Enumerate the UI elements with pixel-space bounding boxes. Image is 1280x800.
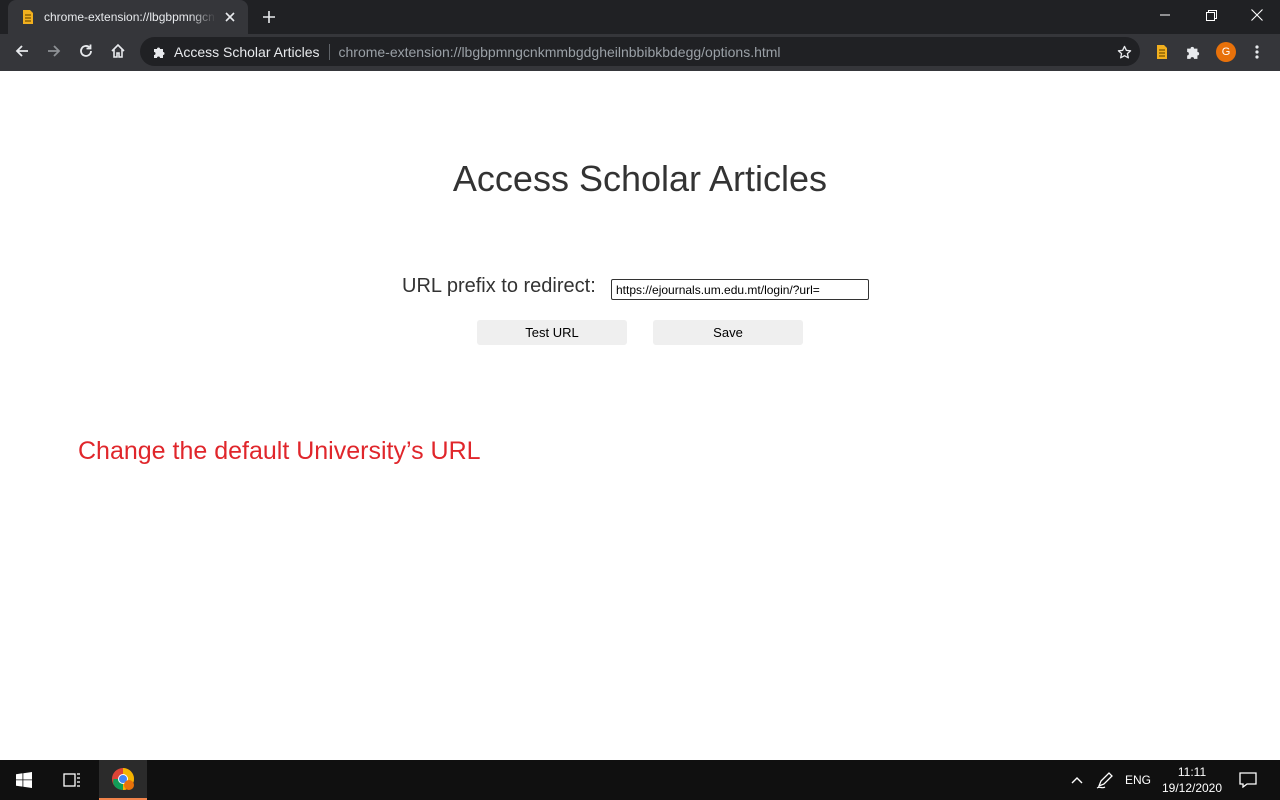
forward-button[interactable] bbox=[40, 37, 68, 65]
document-icon bbox=[20, 9, 36, 25]
pen-icon[interactable] bbox=[1094, 760, 1116, 800]
chevron-up-icon[interactable] bbox=[1066, 760, 1088, 800]
url-prefix-input[interactable] bbox=[611, 279, 869, 300]
browser-titlebar: chrome-extension://lbgbpmngcnkmmbgdgheil… bbox=[0, 0, 1280, 34]
options-page: Access Scholar Articles URL prefix to re… bbox=[0, 71, 1280, 760]
extensions-puzzle-icon[interactable] bbox=[1181, 39, 1207, 65]
back-button[interactable] bbox=[8, 37, 36, 65]
clock[interactable]: 11:11 19/12/2020 bbox=[1156, 764, 1228, 796]
menu-kebab-icon[interactable] bbox=[1244, 39, 1270, 65]
clock-time: 11:11 bbox=[1177, 765, 1207, 779]
profile-avatar[interactable]: G bbox=[1213, 39, 1239, 65]
save-button[interactable]: Save bbox=[653, 320, 803, 345]
test-url-button[interactable]: Test URL bbox=[477, 320, 627, 345]
windows-taskbar: ENG 11:11 19/12/2020 bbox=[0, 760, 1280, 800]
omnibox-separator bbox=[328, 43, 330, 60]
windows-start-icon[interactable] bbox=[0, 760, 48, 800]
close-tab-icon[interactable] bbox=[222, 9, 238, 25]
url-prefix-label: URL prefix to redirect: bbox=[402, 275, 596, 297]
address-bar[interactable]: Access Scholar Articles chrome-extension… bbox=[140, 37, 1140, 66]
clock-date: 19/12/2020 bbox=[1161, 781, 1223, 795]
task-view-icon[interactable] bbox=[48, 760, 96, 800]
extension-document-icon[interactable] bbox=[1149, 39, 1175, 65]
home-button[interactable] bbox=[104, 37, 132, 65]
language-indicator[interactable]: ENG bbox=[1123, 760, 1153, 800]
browser-tab[interactable]: chrome-extension://lbgbpmngcnkmmbgdgheil… bbox=[8, 0, 248, 34]
extension-name-chip: Access Scholar Articles bbox=[174, 43, 320, 60]
page-title: Access Scholar Articles bbox=[452, 158, 828, 199]
minimize-button[interactable] bbox=[1142, 0, 1188, 30]
url-text[interactable]: chrome-extension://lbgbpmngcnkmmbgdgheil… bbox=[339, 44, 781, 60]
tab-title: chrome-extension://lbgbpmngcnkmmbgdgheil… bbox=[44, 10, 216, 24]
annotation-caption: Change the default University’s URL bbox=[78, 437, 481, 465]
reload-button[interactable] bbox=[72, 37, 100, 65]
notification-icon[interactable] bbox=[1236, 760, 1260, 800]
close-window-button[interactable] bbox=[1234, 0, 1280, 30]
avatar: G bbox=[1216, 42, 1236, 62]
chrome-taskbar-icon[interactable] bbox=[99, 760, 147, 800]
puzzle-icon bbox=[152, 44, 168, 60]
star-icon[interactable] bbox=[1114, 42, 1134, 62]
restore-button[interactable] bbox=[1188, 0, 1234, 30]
browser-toolbar: Access Scholar Articles chrome-extension… bbox=[0, 34, 1280, 71]
new-tab-button[interactable] bbox=[259, 7, 279, 27]
